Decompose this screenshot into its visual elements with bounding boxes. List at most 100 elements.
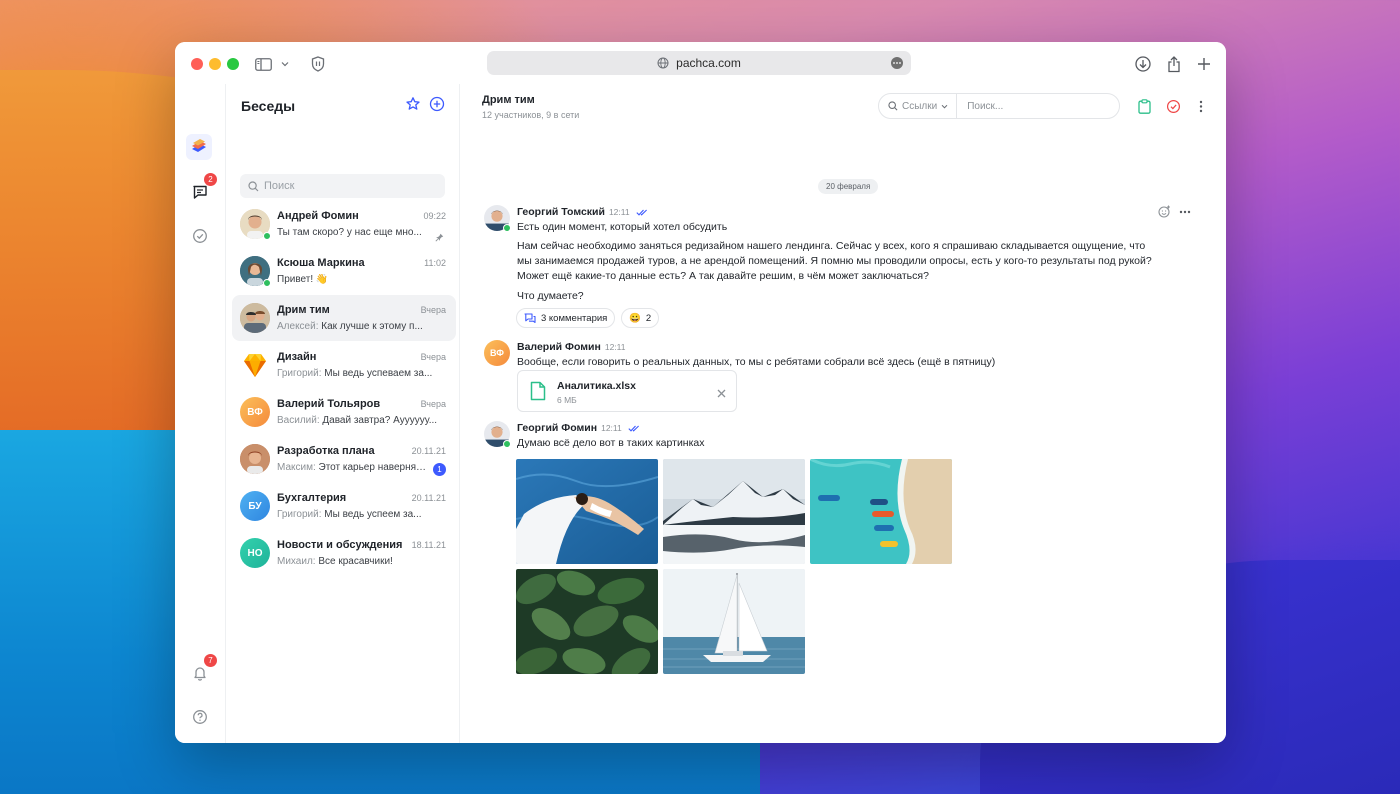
conversation-name: Валерий Тольяров bbox=[277, 398, 381, 410]
emoji-reaction[interactable]: 😀 2 bbox=[621, 308, 660, 328]
search-input[interactable] bbox=[264, 180, 434, 192]
favorites-star-icon[interactable] bbox=[405, 96, 421, 117]
thread-comments-button[interactable]: 3 комментария bbox=[516, 308, 616, 328]
photo-snowy-mountains[interactable] bbox=[663, 459, 805, 564]
author-name: Георгий Томский bbox=[517, 206, 605, 218]
downloads-icon[interactable] bbox=[1133, 54, 1153, 74]
unread-count-badge: 1 bbox=[433, 463, 446, 476]
search-scope-label: Ссылки bbox=[902, 100, 938, 112]
preview-text: Этот карьер наверняка... bbox=[318, 462, 427, 473]
reaction-count: 2 bbox=[645, 312, 652, 324]
help-nav-button[interactable] bbox=[187, 704, 213, 730]
preview-text: Мы ведь успеваем за... bbox=[324, 368, 433, 379]
conversations-title: Беседы bbox=[241, 98, 296, 114]
avatar: БУ bbox=[240, 491, 270, 521]
conversation-item[interactable]: Разработка плана 20.11.21 Максим: Этот к… bbox=[232, 436, 456, 482]
date-divider: 20 февраля bbox=[818, 179, 879, 194]
online-indicator bbox=[263, 232, 271, 240]
conversation-preview: Привет! 👋 bbox=[277, 274, 329, 285]
preview-sender: Григорий: bbox=[277, 368, 322, 379]
chat-search[interactable]: Ссылки Поиск... bbox=[878, 93, 1120, 119]
conversation-item[interactable]: БУ Бухгалтерия 20.11.21 Григорий: Мы вед… bbox=[232, 483, 456, 529]
conversation-item[interactable]: Андрей Фомин 09:22 Ты там скоро? у нас е… bbox=[232, 201, 456, 247]
preview-text: Давай завтра? Ауууууу... bbox=[322, 415, 438, 426]
preview-sender: Алексей: bbox=[277, 321, 319, 332]
minimize-window-button[interactable] bbox=[209, 58, 221, 70]
chevron-down-icon[interactable] bbox=[275, 54, 295, 74]
chat-search-placeholder[interactable]: Поиск... bbox=[957, 101, 1003, 112]
conversation-item[interactable]: НО Новости и обсуждения 18.11.21 Михаил:… bbox=[232, 530, 456, 576]
file-size: 6 МБ bbox=[557, 395, 577, 405]
conversation-item[interactable]: Дизайн Вчера Григорий: Мы ведь успеваем … bbox=[232, 342, 456, 388]
chat-title: Дрим тим bbox=[482, 94, 535, 106]
more-vertical-icon[interactable] bbox=[1190, 95, 1212, 117]
globe-icon bbox=[657, 57, 669, 69]
message-actions bbox=[1158, 205, 1191, 218]
message-text: Есть один момент, который хотел обсудить bbox=[517, 221, 728, 233]
conversation-name: Бухгалтерия bbox=[277, 492, 347, 504]
notifications-badge: 7 bbox=[204, 654, 217, 667]
app-logo-icon[interactable] bbox=[186, 134, 212, 160]
conversations-search[interactable] bbox=[240, 174, 445, 198]
chats-nav-button[interactable]: 2 bbox=[187, 173, 217, 205]
chats-unread-badge: 2 bbox=[204, 173, 217, 186]
conversation-item[interactable]: Ксюша Маркина 11:02 Привет! 👋 bbox=[232, 248, 456, 294]
message-author[interactable]: Георгий Томский 12:11 bbox=[517, 206, 648, 218]
message-text: Вообще, если говорить о реальных данных,… bbox=[517, 356, 996, 368]
message-text: Нам сейчас необходимо заняться редизайно… bbox=[517, 240, 1152, 282]
photo-green-leaves[interactable] bbox=[516, 569, 658, 674]
privacy-shield-icon[interactable] bbox=[308, 54, 328, 74]
more-horizontal-icon[interactable] bbox=[1179, 210, 1191, 214]
conversation-item-active[interactable]: Дрим тим Вчера Алексей: Как лучше к этом… bbox=[232, 295, 456, 341]
grinning-emoji-icon: 😀 bbox=[629, 312, 641, 324]
preview-text: Как лучше к этому п... bbox=[321, 321, 423, 332]
file-name: Аналитика.xlsx bbox=[557, 380, 636, 392]
photo-beach-boats[interactable] bbox=[810, 459, 952, 564]
chevron-down-icon bbox=[941, 104, 948, 108]
avatar: НО bbox=[240, 538, 270, 568]
pin-icon bbox=[435, 229, 444, 247]
chat-panel: Дрим тим 12 участников, 9 в сети Ссылки … bbox=[461, 84, 1226, 743]
sketch-diamond-avatar bbox=[240, 350, 270, 380]
new-conversation-plus-icon[interactable] bbox=[429, 96, 445, 117]
message-time: 12:11 bbox=[604, 342, 626, 352]
photo-pool-woman[interactable] bbox=[516, 459, 658, 564]
file-attachment[interactable]: Аналитика.xlsx 6 МБ bbox=[517, 370, 737, 412]
comments-icon bbox=[524, 312, 536, 323]
add-reaction-icon[interactable] bbox=[1158, 205, 1171, 218]
page-menu-icon[interactable] bbox=[891, 57, 903, 69]
help-circle-icon bbox=[193, 710, 207, 724]
avatar: ВФ bbox=[240, 397, 270, 427]
conversation-time: 11:02 bbox=[424, 258, 446, 268]
message-time: 12:11 bbox=[608, 207, 630, 217]
close-window-button[interactable] bbox=[191, 58, 203, 70]
conversation-item[interactable]: ВФ Валерий Тольяров Вчера Василий: Давай… bbox=[232, 389, 456, 435]
conversation-preview: Максим: Этот карьер наверняка... bbox=[277, 462, 427, 473]
address-bar[interactable]: pachca.com bbox=[487, 51, 911, 75]
conversation-name: Дрим тим bbox=[277, 304, 330, 316]
share-icon[interactable] bbox=[1164, 54, 1184, 74]
zoom-window-button[interactable] bbox=[227, 58, 239, 70]
new-tab-icon[interactable] bbox=[1194, 54, 1214, 74]
conversation-name: Дизайн bbox=[277, 351, 317, 363]
author-name: Валерий Фомин bbox=[517, 341, 601, 353]
clipboard-icon[interactable] bbox=[1133, 95, 1155, 117]
message-author-avatar[interactable]: ВФ bbox=[484, 340, 510, 366]
address-url: pachca.com bbox=[676, 56, 741, 70]
online-indicator bbox=[263, 279, 271, 287]
search-scope-dropdown[interactable]: Ссылки bbox=[879, 94, 958, 118]
message-author[interactable]: Георгий Фомин 12:11 bbox=[517, 422, 640, 434]
preview-text: Мы ведь успеем за... bbox=[324, 509, 422, 520]
photo-sailboat[interactable] bbox=[663, 569, 805, 674]
comments-count-label: 3 комментария bbox=[541, 312, 608, 324]
notifications-nav-button[interactable]: 7 bbox=[187, 654, 217, 686]
conversation-name: Андрей Фомин bbox=[277, 210, 359, 222]
conversations-panel: Беседы Андрей Фомин 09:22 Ты там скоро? … bbox=[227, 84, 460, 743]
close-icon[interactable] bbox=[717, 385, 726, 403]
sidebar-toggle-icon[interactable] bbox=[253, 54, 273, 74]
task-check-icon[interactable] bbox=[1162, 95, 1184, 117]
tasks-nav-button[interactable] bbox=[187, 223, 213, 249]
app-rail: 2 7 bbox=[175, 84, 226, 743]
double-check-icon bbox=[635, 209, 647, 216]
message-author[interactable]: Валерий Фомин 12:11 bbox=[517, 341, 625, 353]
